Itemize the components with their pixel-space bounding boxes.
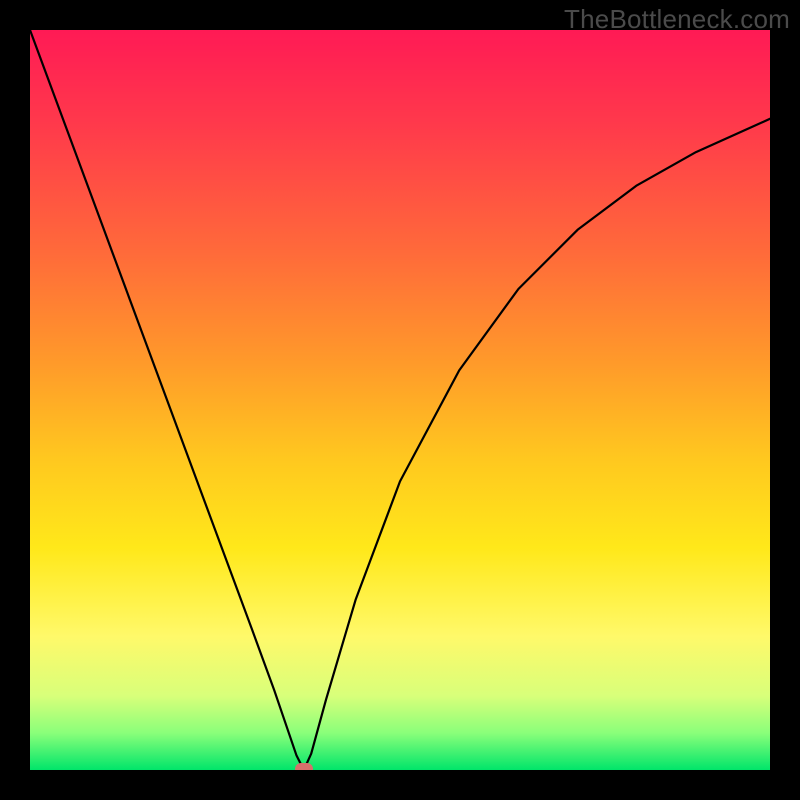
watermark-text: TheBottleneck.com (564, 4, 790, 35)
bottleneck-curve (30, 30, 770, 770)
chart-frame: TheBottleneck.com (0, 0, 800, 800)
optimal-point-marker (295, 763, 313, 770)
plot-area (30, 30, 770, 770)
curve-svg (30, 30, 770, 770)
